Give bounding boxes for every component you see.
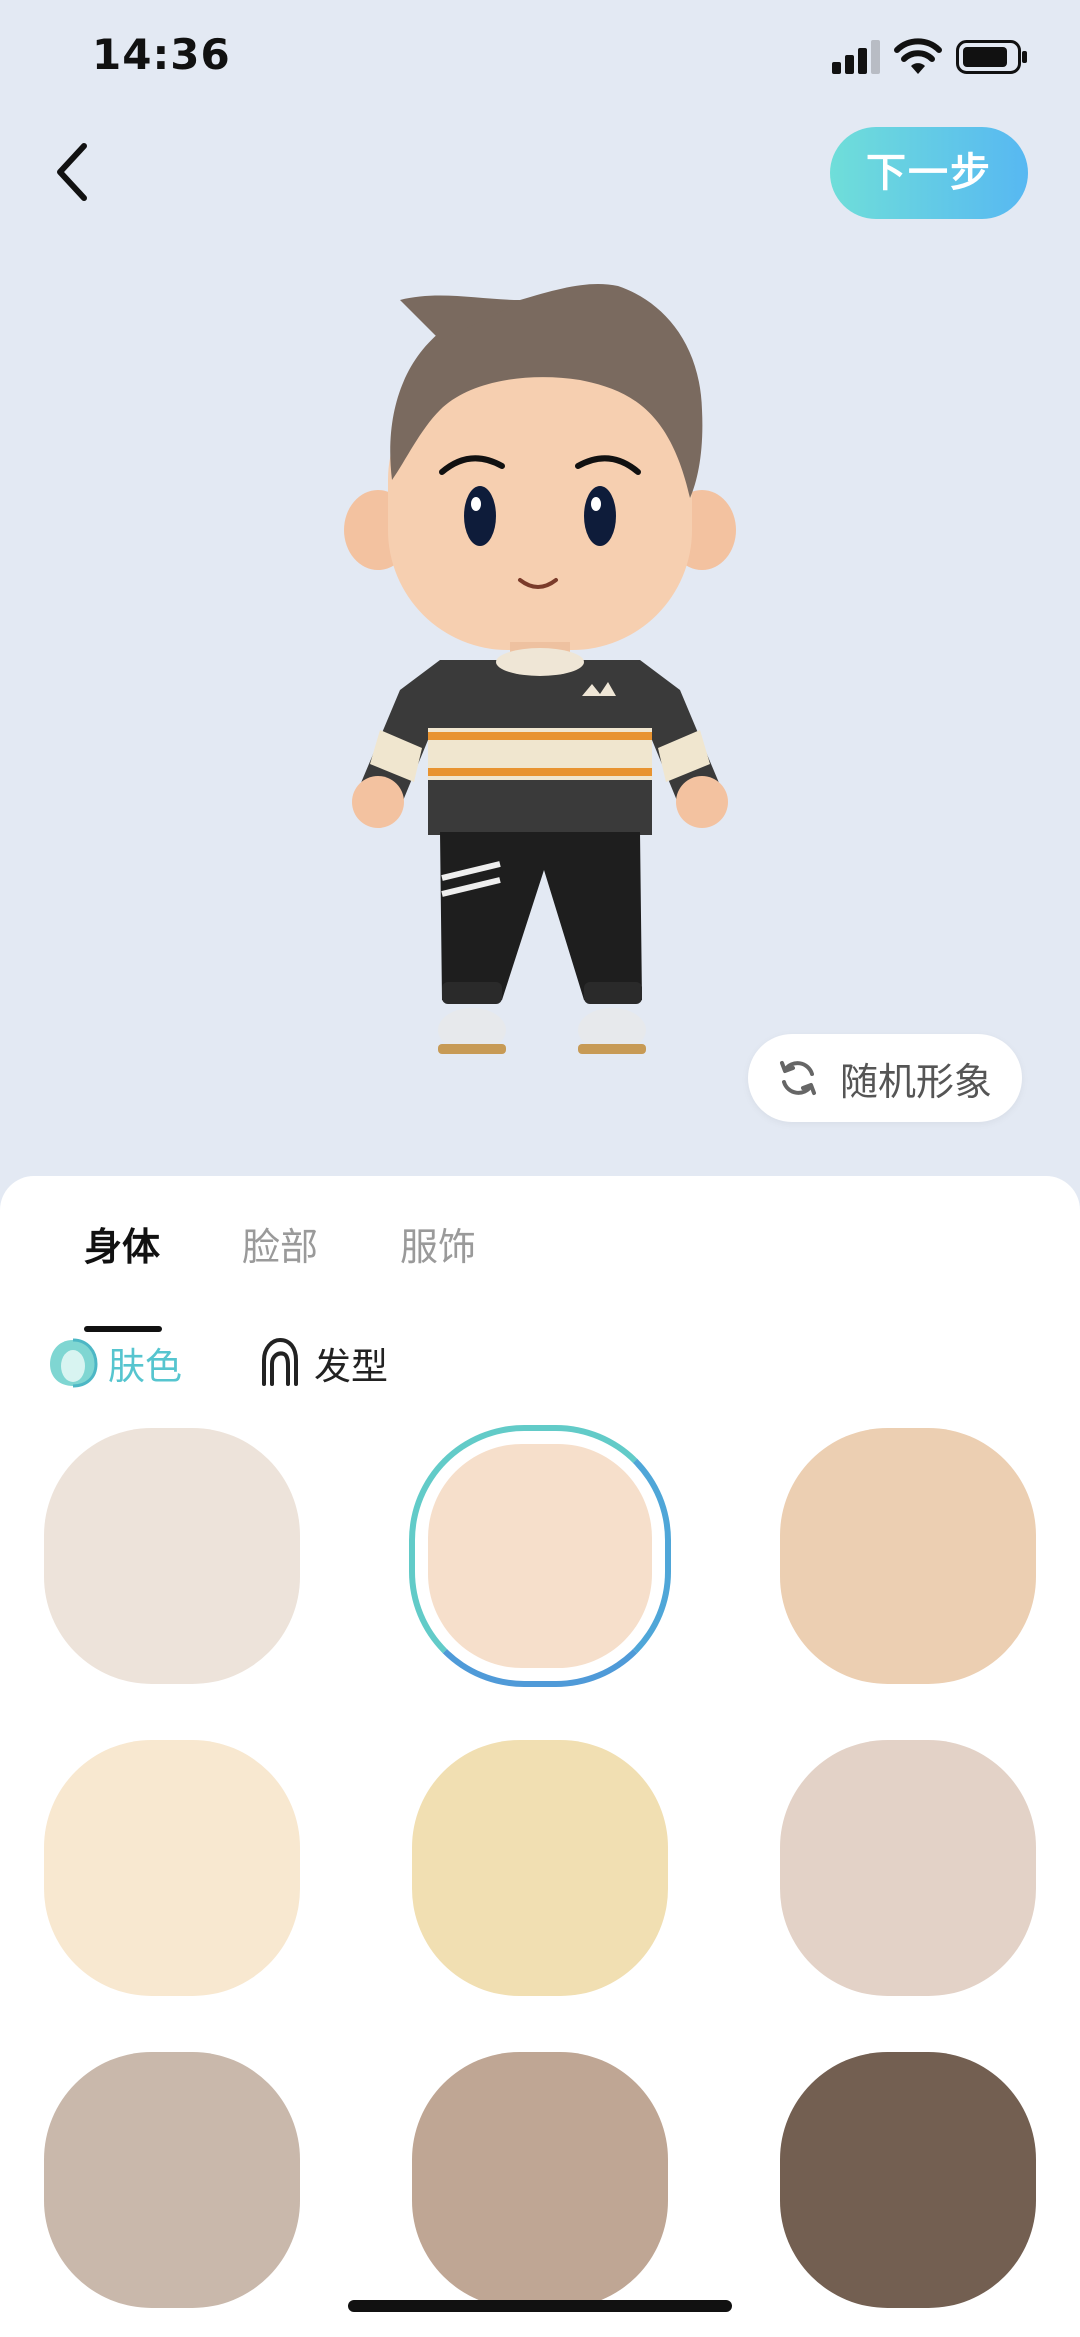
tab-clothing[interactable]: 服饰 [400,1216,476,1286]
refresh-icon [780,1061,816,1095]
status-bar: 14:36 [0,0,1080,120]
skin-tone-icon [50,1338,98,1388]
back-button[interactable] [44,130,104,210]
tab-label: 身体 [84,1225,161,1269]
subtab-skin-tone[interactable]: 肤色 [48,1336,182,1390]
tab-body[interactable]: 身体 [84,1216,162,1332]
skin-tone-swatch[interactable] [780,2052,1036,2308]
next-step-button[interactable]: 下一步 [830,127,1028,219]
hairstyle-icon [262,1337,298,1386]
skin-tone-swatch[interactable] [44,2052,300,2308]
subtab-label: 肤色 [108,1345,182,1388]
skin-tone-swatch[interactable] [412,2052,668,2308]
skin-tone-swatch[interactable] [412,1740,668,1996]
category-tabs: 身体 脸部 服饰 [84,1216,558,1332]
tab-label: 服饰 [400,1225,477,1269]
subtab-hairstyle[interactable]: 发型 [254,1336,388,1390]
skin-tone-swatch[interactable] [780,1428,1036,1684]
random-avatar-label: 随机形象 [840,1059,993,1104]
avatar-preview[interactable] [330,260,750,1060]
skin-tone-swatch[interactable] [428,1444,652,1668]
wifi-icon [894,38,942,74]
chevron-left-icon [57,143,87,201]
home-indicator [348,2300,732,2312]
customization-panel: 身体 脸部 服饰 肤色 发型 [0,1176,1080,2337]
active-tab-indicator [84,1326,162,1332]
battery-icon [956,40,1027,74]
tab-label: 脸部 [242,1225,319,1269]
skin-tone-swatch[interactable] [780,1740,1036,1996]
skin-tone-swatch[interactable] [44,1740,300,1996]
tab-face[interactable]: 脸部 [242,1216,318,1286]
subcategory-tabs: 肤色 发型 [48,1336,460,1390]
signal-icon [832,40,880,74]
skin-tone-swatch[interactable] [44,1428,300,1684]
status-time: 14:36 [92,30,231,79]
subtab-label: 发型 [314,1345,388,1388]
random-avatar-button[interactable]: 随机形象 [748,1034,1022,1122]
